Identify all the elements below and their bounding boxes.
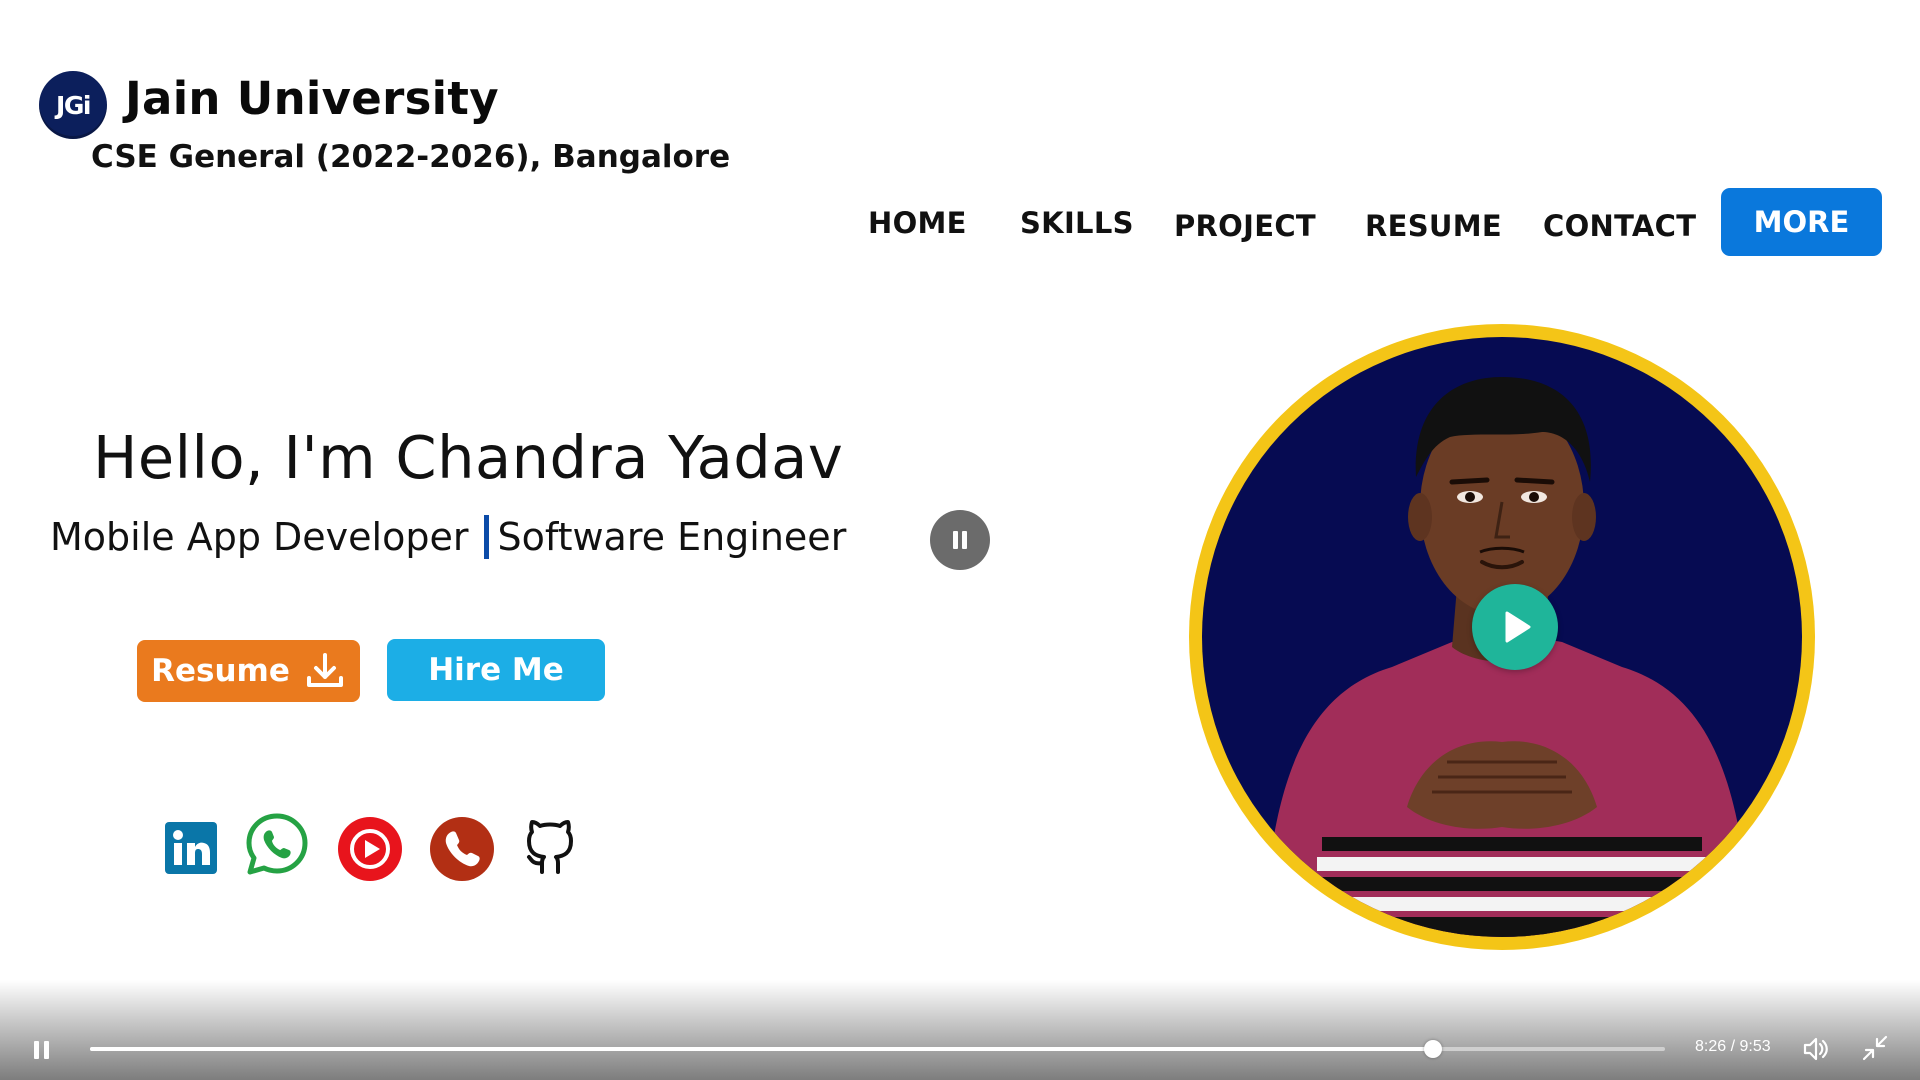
github-icon[interactable] [520, 814, 580, 878]
progress-thumb[interactable] [1424, 1040, 1443, 1058]
more-button[interactable]: MORE [1721, 188, 1882, 256]
pause-icon[interactable] [34, 1038, 56, 1062]
typing-caret [484, 515, 490, 559]
nav-home[interactable]: HOME [868, 206, 967, 240]
time-separator: / [1726, 1038, 1740, 1055]
hero-greeting: Hello, I'm Chandra Yadav [93, 423, 844, 492]
progress-track[interactable] [90, 1040, 1665, 1058]
main-nav: HOME SKILLS PROJECT RESUME CONTACT MORE [0, 188, 1920, 258]
university-logo: JGi [39, 71, 107, 139]
role-secondary: Software Engineer [497, 515, 847, 559]
duration: 9:53 [1739, 1038, 1771, 1055]
batch-subtitle: CSE General (2022-2026), Bangalore [91, 139, 731, 175]
whatsapp-icon[interactable] [245, 812, 309, 876]
download-icon [306, 653, 343, 687]
video-pause-overlay-button[interactable] [930, 510, 990, 570]
nav-skills[interactable]: SKILLS [1020, 206, 1134, 240]
progress-fill [90, 1047, 1434, 1051]
time-display: 8:26 / 9:53 [1695, 1038, 1771, 1056]
pause-icon [953, 531, 958, 549]
resume-label: Resume [151, 653, 290, 689]
resume-download-button[interactable]: Resume [137, 640, 360, 702]
volume-icon[interactable] [1802, 1035, 1830, 1068]
hire-me-button[interactable]: Hire Me [387, 639, 605, 701]
play-video-button[interactable] [1472, 584, 1558, 670]
pause-icon-bar [962, 531, 967, 549]
current-time: 8:26 [1695, 1038, 1727, 1055]
nav-resume[interactable]: RESUME [1365, 209, 1502, 243]
video-control-bar: 8:26 / 9:53 [0, 980, 1920, 1080]
youtube-icon[interactable] [338, 817, 402, 881]
phone-icon[interactable] [430, 817, 494, 881]
linkedin-icon[interactable] [165, 822, 217, 874]
university-name: Jain University [125, 72, 499, 125]
exit-fullscreen-icon[interactable] [1862, 1035, 1888, 1066]
hero-roles: Mobile App Developer Software Engineer [50, 515, 846, 559]
play-icon [1505, 611, 1531, 643]
nav-project[interactable]: PROJECT [1174, 209, 1316, 243]
nav-contact[interactable]: CONTACT [1543, 209, 1696, 243]
role-primary: Mobile App Developer [50, 515, 469, 559]
